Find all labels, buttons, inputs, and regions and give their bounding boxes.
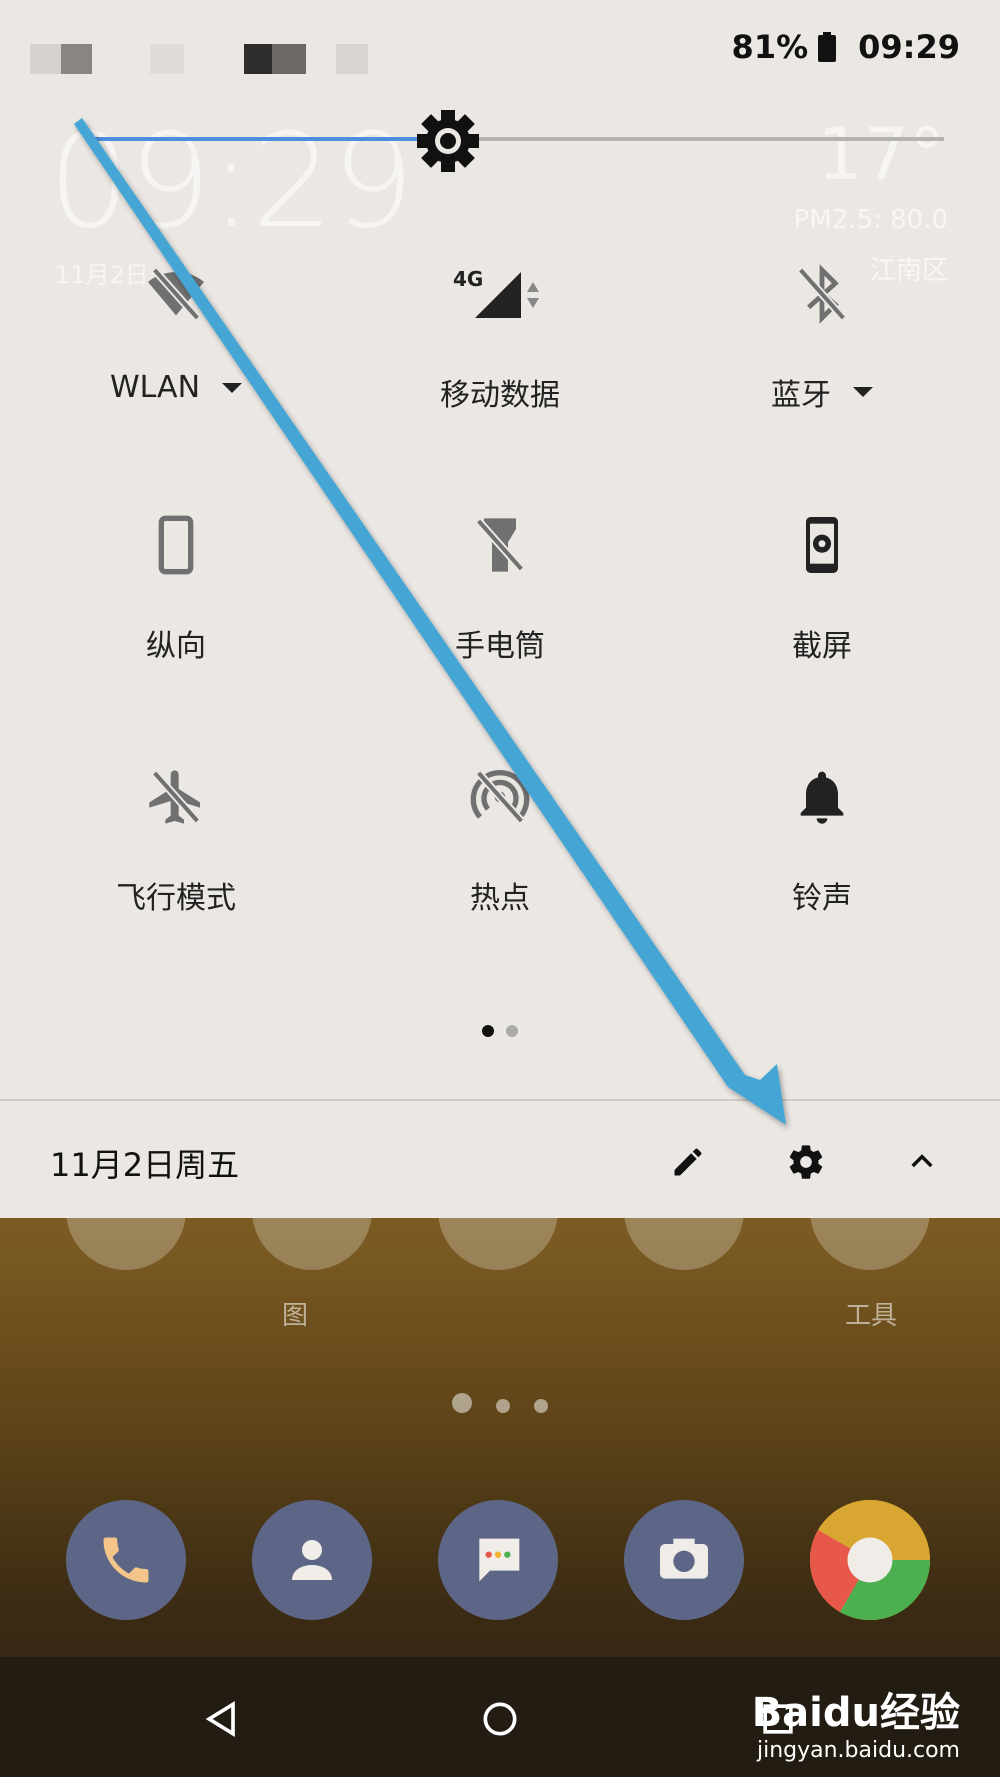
screenshot-icon: [806, 517, 838, 573]
tile-label: 纵向: [146, 629, 206, 664]
tile-wlan[interactable]: WLAN: [56, 254, 296, 405]
tile-label: 蓝牙: [771, 378, 831, 413]
tile-mobile-data[interactable]: 4G 移动数据: [380, 254, 620, 414]
camera-icon[interactable]: [624, 1500, 744, 1620]
battery-percent: 81%: [731, 28, 809, 66]
brightness-fill: [88, 137, 448, 141]
tile-label: 飞行模式: [116, 881, 236, 916]
dock: [0, 1500, 1000, 1620]
wifi-off-icon: [148, 267, 204, 321]
chevron-down-icon[interactable]: [853, 387, 873, 397]
hotspot-off-icon: [470, 770, 530, 824]
messages-icon[interactable]: [438, 1500, 558, 1620]
tile-label: 移动数据: [440, 378, 560, 413]
watermark-url: jingyan.baidu.com: [756, 1738, 960, 1763]
tile-label: 手电筒: [455, 629, 545, 664]
app-label: 工具: [845, 1301, 898, 1331]
tile-airplane[interactable]: 飞行模式: [56, 757, 296, 917]
chevron-down-icon[interactable]: [222, 382, 243, 393]
battery-icon: [818, 32, 837, 62]
app-label: 图: [282, 1301, 309, 1331]
portrait-icon: [158, 515, 194, 575]
watermark: Baidu经验 jingyan.baidu.com: [752, 1680, 960, 1763]
ghost-pm25: PM2.5: 80.0: [793, 205, 948, 235]
clock: 09:29: [858, 28, 960, 66]
status-bar: 81% 09:29: [0, 0, 1000, 100]
mobile-data-icon: 4G: [453, 267, 539, 318]
tile-label: WLAN: [109, 370, 201, 405]
tile-flashlight[interactable]: 手电筒: [380, 505, 620, 665]
tile-label: 热点: [470, 881, 530, 916]
tile-portrait[interactable]: 纵向: [56, 505, 296, 665]
back-icon[interactable]: [200, 1697, 244, 1741]
settings-button[interactable]: [784, 1140, 828, 1184]
edit-button[interactable]: [666, 1140, 710, 1184]
blurred-notification-icon: [244, 44, 306, 74]
watermark-brand: Baidu经验: [751, 1690, 960, 1736]
blurred-notification-icon: [336, 44, 368, 74]
pencil-icon: [674, 1148, 702, 1176]
brightness-slider[interactable]: [88, 137, 944, 141]
notification-shade: 09:29 11月2日 17° PM2.5: 80.0 江南区 81% 09:2…: [0, 0, 1000, 1218]
blurred-notification-icon: [30, 44, 92, 74]
page-dot-active[interactable]: [482, 1025, 494, 1037]
blurred-notification-icon: [150, 44, 184, 74]
flashlight-off-icon: [475, 518, 525, 572]
phone-icon[interactable]: [66, 1500, 186, 1620]
chevron-up-icon: [911, 1154, 933, 1168]
quick-settings-page-indicator: [0, 1022, 1000, 1041]
home-page-indicator: [0, 1393, 1000, 1417]
tile-bluetooth[interactable]: 蓝牙: [702, 254, 942, 414]
airplane-off-icon: [149, 770, 201, 824]
bell-icon: [800, 771, 844, 824]
network-type-badge: 4G: [453, 267, 483, 291]
brightness-thumb-icon[interactable]: [417, 110, 479, 172]
divider: [0, 1099, 1000, 1101]
ghost-temperature: 17°: [817, 112, 945, 196]
contacts-icon[interactable]: [252, 1500, 372, 1620]
footer-date: 11月2日周五: [50, 1146, 240, 1184]
brightness-track: [478, 137, 944, 141]
tile-ringtone[interactable]: 铃声: [702, 757, 942, 917]
tile-hotspot[interactable]: 热点: [380, 757, 620, 917]
ghost-clock: 09:29: [48, 105, 415, 257]
tile-label: 铃声: [792, 881, 852, 916]
gear-icon: [789, 1145, 823, 1179]
home-icon[interactable]: [478, 1697, 522, 1741]
bluetooth-off-icon: [797, 264, 847, 324]
page-dot[interactable]: [506, 1025, 518, 1037]
tile-label: 截屏: [792, 629, 852, 664]
collapse-button[interactable]: [900, 1140, 944, 1184]
tile-screenshot[interactable]: 截屏: [702, 505, 942, 665]
chrome-icon[interactable]: [810, 1500, 930, 1620]
